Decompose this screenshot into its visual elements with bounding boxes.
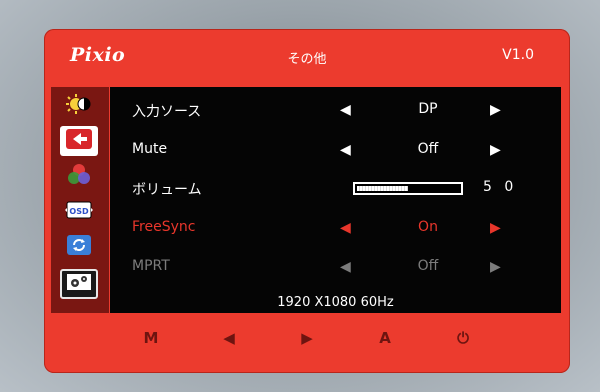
setting-freesync[interactable]: FreeSync ◀ On ▶ <box>110 215 561 241</box>
settings-panel: 入力ソース ◀ DP ▶ Mute ◀ Off ▶ ボリューム 5 0 Free… <box>110 87 561 313</box>
arrow-right-icon[interactable]: ▶ <box>490 102 501 118</box>
osd-icon: OSD <box>64 199 94 226</box>
volume-value: 5 0 <box>483 179 518 195</box>
setting-label: MPRT <box>132 258 170 274</box>
arrow-left-icon[interactable]: ◀ <box>340 220 351 236</box>
setting-label: Mute <box>132 141 168 157</box>
power-button[interactable]: ⏻ <box>448 329 478 353</box>
setting-label: ボリューム <box>132 182 202 198</box>
osd-window: Pixio その他 V1.0 OSD 入力ソース ◀ DP ▶ Mute ◀ O… <box>44 29 570 373</box>
auto-button[interactable]: A <box>370 329 400 353</box>
sidebar-item-reset[interactable] <box>60 232 98 262</box>
setting-value: Off <box>417 258 439 274</box>
setting-label: FreeSync <box>132 219 196 235</box>
arrow-right-icon: ▶ <box>490 259 501 275</box>
sidebar-item-other[interactable] <box>60 269 98 299</box>
arrow-left-icon: ◀ <box>340 259 351 275</box>
page-title: その他 <box>287 52 327 67</box>
arrow-right-icon[interactable]: ▶ <box>490 220 501 236</box>
setting-value: Off <box>417 141 439 157</box>
volume-slider-fill <box>357 186 408 191</box>
setting-value: On <box>418 219 438 235</box>
resolution-status: 1920 X1080 60Hz <box>277 295 394 310</box>
arrow-left-icon[interactable]: ◀ <box>340 142 351 158</box>
setting-mprt: MPRT ◀ Off ▶ <box>110 254 561 280</box>
setting-volume[interactable]: ボリューム 5 0 <box>110 175 561 201</box>
arrow-right-icon[interactable]: ▶ <box>490 142 501 158</box>
color-icon <box>64 162 94 191</box>
other-settings-icon <box>66 273 92 296</box>
right-button[interactable]: ▶ <box>292 329 322 353</box>
sidebar-item-brightness[interactable] <box>60 91 98 121</box>
reset-icon <box>64 234 94 261</box>
menu-button[interactable]: M <box>136 329 166 353</box>
sidebar-item-osd[interactable]: OSD <box>60 197 98 227</box>
volume-slider[interactable] <box>353 182 463 195</box>
svg-text:OSD: OSD <box>69 207 89 216</box>
button-bar: M ◀ ▶ A ⏻ <box>44 321 570 361</box>
setting-label: 入力ソース <box>132 104 202 120</box>
sidebar-item-color[interactable] <box>60 161 98 191</box>
setting-mute[interactable]: Mute ◀ Off ▶ <box>110 137 561 163</box>
brightness-contrast-icon <box>64 93 94 120</box>
arrow-left-icon[interactable]: ◀ <box>340 102 351 118</box>
input-source-icon <box>65 128 93 155</box>
sidebar-item-input[interactable] <box>60 126 98 156</box>
setting-value: DP <box>418 101 438 117</box>
left-button[interactable]: ◀ <box>214 329 244 353</box>
sidebar: OSD <box>51 87 109 313</box>
version-label: V1.0 <box>502 47 534 63</box>
setting-input-source[interactable]: 入力ソース ◀ DP ▶ <box>110 97 561 123</box>
